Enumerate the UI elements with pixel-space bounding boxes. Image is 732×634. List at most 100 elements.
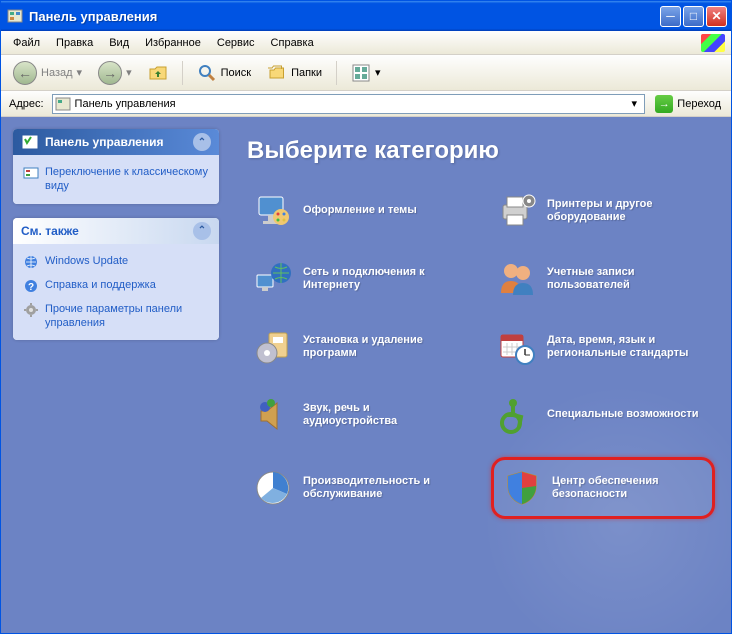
maximize-button[interactable]: □ [683,6,704,27]
search-icon [197,63,217,83]
menu-view[interactable]: Вид [101,34,137,52]
security-shield-icon [502,468,542,508]
control-panel-icon [7,8,23,24]
category-printers[interactable]: Принтеры и другое оборудование [491,185,715,237]
category-add-remove[interactable]: Установка и удаление программ [247,321,471,373]
main-heading: Выберите категорию [247,137,715,165]
datetime-icon [497,327,537,367]
help-support-link[interactable]: ? Справка и поддержка [23,278,209,294]
address-dropdown-icon[interactable]: ▾ [626,97,642,110]
folders-icon [267,63,287,83]
up-button[interactable] [142,61,174,85]
folder-up-icon [148,63,168,83]
appearance-icon [253,191,293,231]
sidebar: Панель управления ⌃ Переключение к класс… [1,117,231,633]
help-icon: ? [23,278,39,294]
control-panel-header-icon [21,133,39,151]
panel-header[interactable]: Панель управления ⌃ [13,129,219,155]
windows-flag-icon [701,34,725,52]
windows-update-link[interactable]: Windows Update [23,254,209,270]
folders-button[interactable]: Папки [261,61,328,85]
category-datetime[interactable]: Дата, время, язык и региональные стандар… [491,321,715,373]
address-icon [55,96,71,112]
panel-title: Панель управления [45,135,163,149]
address-bar: Адрес: Панель управления ▾ → Переход [1,91,731,117]
category-label: Сеть и подключения к Интернету [303,266,465,292]
views-dropdown-icon: ▾ [375,66,381,79]
category-grid: Оформление и темы Принтеры и другое обор… [247,185,715,519]
category-label: Установка и удаление программ [303,334,465,360]
menu-edit[interactable]: Правка [48,34,101,52]
network-icon [253,259,293,299]
address-value: Панель управления [71,98,627,110]
category-accessibility[interactable]: Специальные возможности [491,389,715,441]
views-icon [351,63,371,83]
go-arrow-icon: → [655,95,673,113]
back-dropdown-icon: ▾ [77,66,83,79]
menubar: Файл Правка Вид Избранное Сервис Справка [1,31,731,55]
link-label: Справка и поддержка [45,278,156,292]
link-label: Windows Update [45,254,128,268]
back-arrow-icon: ← [13,61,37,85]
menu-file[interactable]: Файл [5,34,48,52]
search-button[interactable]: Поиск [191,61,257,85]
back-button[interactable]: ← Назад ▾ [7,59,88,87]
other-options-link[interactable]: Прочие параметры панели управления [23,302,209,331]
minimize-button[interactable]: ─ [660,6,681,27]
gear-icon [23,302,39,318]
titlebar[interactable]: Панель управления ─ □ ✕ [1,1,731,31]
address-label: Адрес: [5,98,48,110]
category-network[interactable]: Сеть и подключения к Интернету [247,253,471,305]
programs-icon [253,327,293,367]
main-area: Выберите категорию Оформление и темы При… [231,117,731,633]
switch-view-icon [23,165,39,181]
category-label: Производительность и обслуживание [303,475,465,501]
toolbar-separator [336,61,337,85]
panel-header[interactable]: См. также ⌃ [13,218,219,244]
sound-icon [253,395,293,435]
users-icon [497,259,537,299]
category-appearance[interactable]: Оформление и темы [247,185,471,237]
link-label: Прочие параметры панели управления [45,302,209,331]
panel-title: См. также [21,224,79,238]
search-label: Поиск [221,67,251,79]
forward-arrow-icon: → [98,61,122,85]
category-label: Специальные возможности [547,408,699,421]
views-button[interactable]: ▾ [345,61,387,85]
close-button[interactable]: ✕ [706,6,727,27]
category-label: Принтеры и другое оборудование [547,198,709,224]
performance-icon [253,468,293,508]
forward-button[interactable]: → ▾ [92,59,138,87]
category-label: Звук, речь и аудиоустройства [303,402,465,428]
switch-classic-view-link[interactable]: Переключение к классическому виду [23,165,209,194]
collapse-icon[interactable]: ⌃ [193,133,211,151]
category-sound[interactable]: Звук, речь и аудиоустройства [247,389,471,441]
printer-icon [497,191,537,231]
collapse-icon[interactable]: ⌃ [193,222,211,240]
folders-label: Папки [291,67,322,79]
menu-help[interactable]: Справка [263,34,322,52]
link-label: Переключение к классическому виду [45,165,209,194]
toolbar: ← Назад ▾ → ▾ Поиск Папки ▾ [1,55,731,91]
go-label: Переход [677,98,721,110]
svg-text:?: ? [28,282,34,293]
menu-tools[interactable]: Сервис [209,34,263,52]
address-field[interactable]: Панель управления ▾ [52,94,646,114]
category-label: Дата, время, язык и региональные стандар… [547,334,709,360]
toolbar-separator [182,61,183,85]
globe-icon [23,254,39,270]
content-area: Панель управления ⌃ Переключение к класс… [1,117,731,633]
window: Панель управления ─ □ ✕ Файл Правка Вид … [0,0,732,634]
menu-favorites[interactable]: Избранное [137,34,209,52]
go-button[interactable]: → Переход [649,94,727,114]
category-label: Центр обеспечения безопасности [552,475,704,501]
back-label: Назад [41,67,73,79]
sidebar-panel-seealso: См. также ⌃ Windows Update ? Справка и п… [13,218,219,341]
category-performance[interactable]: Производительность и обслуживание [247,457,471,519]
accessibility-icon [497,395,537,435]
category-label: Учетные записи пользователей [547,266,709,292]
category-security-center[interactable]: Центр обеспечения безопасности [491,457,715,519]
forward-dropdown-icon: ▾ [126,66,132,79]
category-users[interactable]: Учетные записи пользователей [491,253,715,305]
sidebar-panel-control: Панель управления ⌃ Переключение к класс… [13,129,219,204]
